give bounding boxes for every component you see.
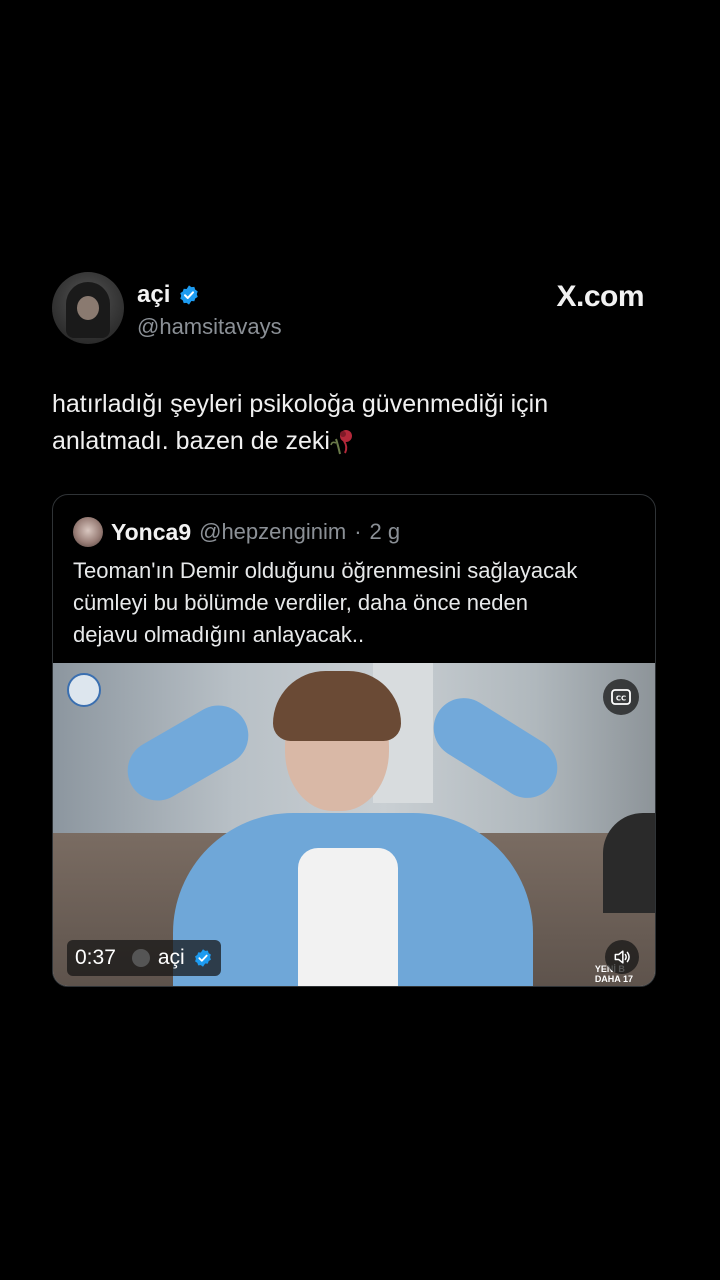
quoted-text-line2: cümleyi bu bölümde verdiler, daha önce n… bbox=[73, 590, 528, 615]
channel-logo-icon bbox=[67, 673, 101, 707]
quoted-handle[interactable]: @hepzenginim bbox=[199, 519, 346, 545]
video-frame-shirt bbox=[298, 848, 398, 986]
verified-badge-icon bbox=[194, 949, 211, 967]
quoted-tweet-text: Teoman'ın Demir olduğunu öğrenmesini sağ… bbox=[73, 555, 643, 651]
captions-button[interactable]: CC bbox=[603, 679, 639, 715]
cc-icon: CC bbox=[611, 689, 631, 705]
quoted-time[interactable]: 2 g bbox=[370, 519, 401, 545]
wilted-rose-icon bbox=[330, 430, 352, 455]
volume-button[interactable] bbox=[605, 940, 639, 974]
author-info: açi @hamsitavays bbox=[137, 280, 282, 340]
uploader-avatar bbox=[131, 949, 150, 967]
quoted-tweet-header: Yonca9 @hepzenginim · 2 g bbox=[73, 515, 400, 549]
watermark-line2: DAHA 17 bbox=[594, 974, 633, 984]
quoted-text-line1: Teoman'ın Demir olduğunu öğrenmesini sağ… bbox=[73, 558, 578, 583]
volume-icon bbox=[614, 950, 630, 964]
svg-text:CC: CC bbox=[616, 695, 626, 703]
video-timestamp-pill: 0:37 açi bbox=[67, 940, 221, 976]
name-row: açi bbox=[137, 280, 282, 310]
verified-badge-icon bbox=[180, 285, 199, 305]
avatar[interactable] bbox=[52, 272, 124, 344]
video-timestamp: 0:37 bbox=[75, 946, 116, 969]
handle[interactable]: @hamsitavays bbox=[137, 314, 282, 340]
tweet-text-line1: hatırladığı şeyleri psikoloğa güvenmediğ… bbox=[52, 390, 549, 418]
display-name[interactable]: açi bbox=[137, 281, 170, 309]
video-frame-lamp bbox=[603, 813, 655, 913]
quoted-tweet-card[interactable]: Yonca9 @hepzenginim · 2 g Teoman'ın Demi… bbox=[52, 494, 656, 987]
quoted-text-line3: dejavu olmadığını anlayacak.. bbox=[73, 622, 365, 647]
tweet-text-line2: anlatmadı. bazen de zeki bbox=[52, 427, 330, 455]
quoted-display-name[interactable]: Yonca9 bbox=[111, 519, 191, 546]
tweet-text: hatırladığı şeyleri psikoloğa güvenmediğ… bbox=[52, 386, 652, 460]
video-player[interactable]: CC 0:37 açi YENİ B DAHA 17 bbox=[53, 663, 655, 986]
tweet: açi @hamsitavays X.com hatırladığı şeyle… bbox=[52, 272, 656, 460]
tweet-header: açi @hamsitavays X.com bbox=[52, 272, 656, 346]
avatar-face-shape bbox=[77, 296, 99, 320]
quoted-separator: · bbox=[354, 519, 362, 544]
x-brand-logo: X.com bbox=[556, 280, 644, 313]
quoted-avatar[interactable] bbox=[73, 517, 103, 547]
uploader-name: açi bbox=[157, 946, 185, 969]
